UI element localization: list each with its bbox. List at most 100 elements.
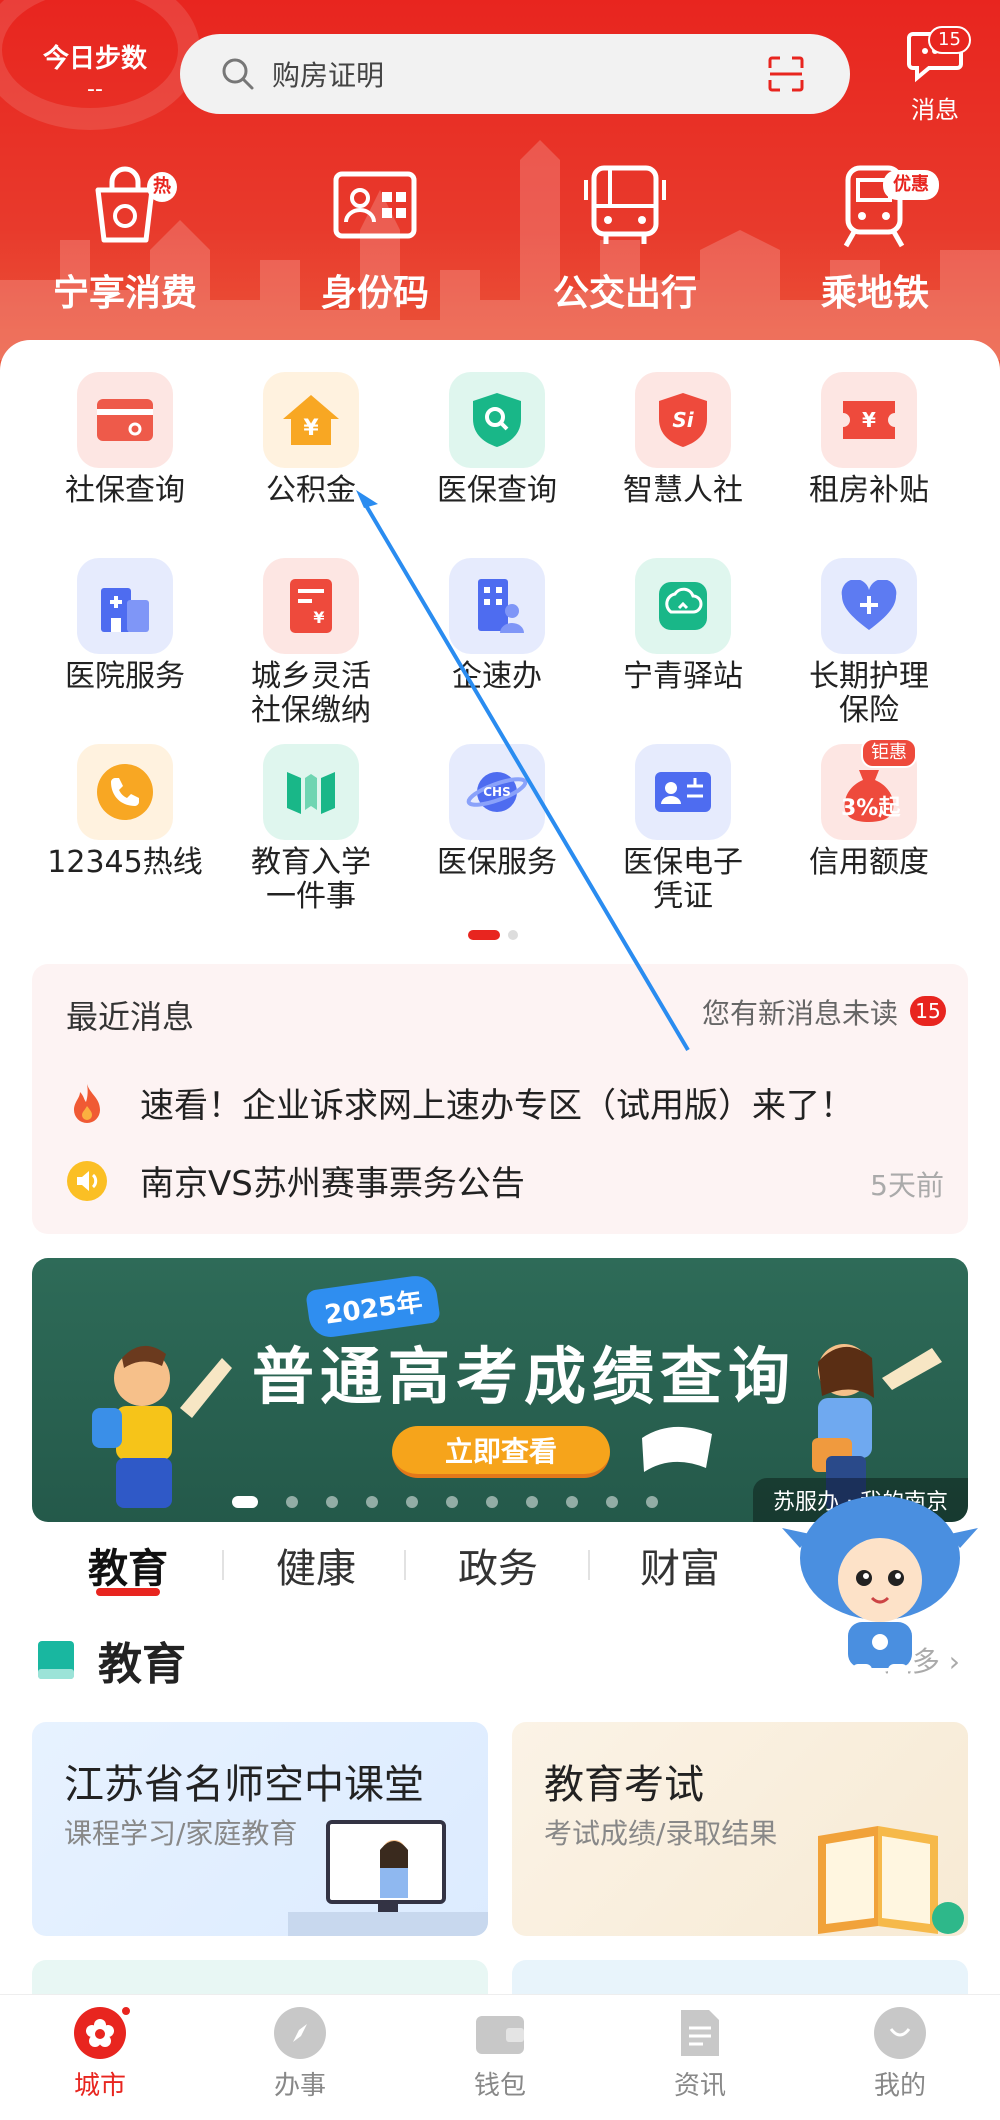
- scan-icon[interactable]: [766, 54, 806, 94]
- banner-dot: [646, 1496, 658, 1508]
- medical-shield-icon: [449, 372, 545, 468]
- banner-dot: [486, 1496, 498, 1508]
- quick-action-id-code[interactable]: 身份码: [265, 160, 485, 316]
- svg-text:¥: ¥: [303, 416, 319, 441]
- service-label: 医保查询: [437, 473, 557, 508]
- service-housing-fund[interactable]: ¥ 公积金: [218, 372, 404, 508]
- message-item[interactable]: 速看！企业诉求网上速办专区（试用版）来了！: [66, 1078, 854, 1127]
- quick-action-label: 身份码: [320, 273, 429, 314]
- service-hospital[interactable]: 医院服务: [32, 558, 218, 694]
- bottom-nav: 城市 办事 钱包 资讯 我的: [0, 1994, 1000, 2108]
- tab-education[interactable]: 教育: [58, 1536, 198, 1596]
- smart-hr-icon: Si: [635, 372, 731, 468]
- edu-card-exam[interactable]: 教育考试 考试成绩/录取结果: [512, 1722, 968, 1936]
- banner-dot: [366, 1496, 378, 1508]
- edu-card-subtitle: 课程学习/家庭教育: [64, 1817, 298, 1850]
- quick-action-label: 乘地铁: [820, 273, 929, 314]
- banner-dot: [566, 1496, 578, 1508]
- service-label: 公积金: [266, 473, 356, 508]
- nav-news[interactable]: 资讯: [600, 2007, 800, 2102]
- service-social-security[interactable]: 社保查询: [32, 372, 218, 508]
- nav-services[interactable]: 办事: [200, 2007, 400, 2102]
- section-header: 教育: [36, 1628, 186, 1692]
- payment-doc-icon: ¥: [263, 558, 359, 654]
- nav-city[interactable]: 城市: [0, 2005, 200, 2102]
- credit-rate: 3%起: [841, 796, 901, 821]
- service-label: 企速办: [452, 659, 542, 694]
- phone-icon: [77, 744, 173, 840]
- service-label: 医保服务: [437, 845, 557, 880]
- section-title: 教育: [98, 1639, 186, 1690]
- message-item[interactable]: 南京VS苏州赛事票务公告: [66, 1156, 525, 1205]
- banner-dot: [286, 1496, 298, 1508]
- recent-messages-title: 最近消息: [66, 998, 195, 1036]
- nav-label: 资讯: [673, 2071, 726, 2101]
- edu-card-title: 江苏省名师空中课堂: [64, 1762, 424, 1808]
- gaokao-banner[interactable]: 2025年 普通高考成绩查询 立即查看 苏服办 · 我的南京: [32, 1258, 968, 1522]
- service-label: 教育入学 一件事: [251, 845, 371, 914]
- header-hero: 今日步数 -- 购房证明 15 消息 热 宁享消费 身份码 公交出行 优惠 乘地…: [0, 0, 1000, 380]
- banner-dot: [446, 1496, 458, 1508]
- tab-wealth[interactable]: 财富: [610, 1536, 750, 1594]
- id-card-icon: [333, 171, 417, 239]
- tab-government[interactable]: 政务: [428, 1536, 568, 1594]
- service-education-enrollment[interactable]: 教育入学 一件事: [218, 744, 404, 914]
- service-youth-station[interactable]: 宁青驿站: [590, 558, 776, 694]
- book-illustration: [818, 1826, 964, 1934]
- recent-messages-panel[interactable]: 最近消息 您有新消息未读 15 速看！企业诉求网上速办专区（试用版）来了！ 南京…: [32, 964, 968, 1234]
- banner-dot: [326, 1496, 338, 1508]
- city-flower-icon: [74, 2005, 132, 2059]
- profile-face-icon: [874, 2007, 926, 2059]
- fire-icon: [74, 1083, 100, 1123]
- unread-notice[interactable]: 您有新消息未读: [702, 992, 898, 1032]
- service-long-term-care[interactable]: 长期护理 保险: [776, 558, 962, 728]
- service-label: 12345热线: [47, 845, 203, 880]
- banner-dot-active: [232, 1496, 258, 1508]
- wallet-icon: [474, 2007, 526, 2059]
- service-rent-subsidy[interactable]: ¥ 租房补贴: [776, 372, 962, 508]
- edu-card-title: 教育考试: [544, 1762, 704, 1808]
- search-bar[interactable]: 购房证明: [180, 34, 850, 114]
- tab-divider: [588, 1550, 590, 1580]
- rent-subsidy-icon: ¥: [821, 372, 917, 468]
- service-enterprise[interactable]: 企速办: [404, 558, 590, 694]
- hospital-icon: [77, 558, 173, 654]
- mascot-assistant[interactable]: [780, 1488, 980, 1688]
- edu-card-classroom[interactable]: 江苏省名师空中课堂 课程学习/家庭教育: [32, 1722, 488, 1936]
- service-medical-insurance[interactable]: CHS 医保服务: [404, 744, 590, 880]
- tab-divider: [404, 1550, 406, 1580]
- banner-headline: 普通高考成绩查询: [252, 1340, 797, 1413]
- service-label: 租房补贴: [809, 473, 929, 508]
- view-now-button[interactable]: 立即查看: [392, 1426, 610, 1478]
- edu-card-subtitle: 考试成绩/录取结果: [544, 1817, 778, 1850]
- banner-dot: [606, 1496, 618, 1508]
- svg-text:¥: ¥: [313, 608, 324, 627]
- compass-icon: [274, 2007, 326, 2059]
- service-label: 智慧人社: [623, 473, 743, 508]
- service-flexible-social-payment[interactable]: ¥ 城乡灵活 社保缴纳: [218, 558, 404, 728]
- nav-wallet[interactable]: 钱包: [400, 2007, 600, 2102]
- steps-label: 今日步数: [42, 44, 147, 74]
- service-medical-credential[interactable]: 医保电子 凭证: [590, 744, 776, 914]
- quick-action-metro[interactable]: 优惠 乘地铁: [765, 160, 985, 316]
- service-smart-hr[interactable]: Si 智慧人社: [590, 372, 776, 508]
- message-button[interactable]: 15 消息: [890, 26, 980, 125]
- banner-pager: [232, 1496, 658, 1508]
- service-hotline[interactable]: 12345热线: [32, 744, 218, 880]
- steps-widget[interactable]: 今日步数 --: [40, 38, 150, 102]
- nav-profile[interactable]: 我的: [800, 2007, 1000, 2102]
- social-security-card-icon: [77, 372, 173, 468]
- book-icon: [38, 1641, 74, 1679]
- service-medical-query[interactable]: 医保查询: [404, 372, 590, 508]
- tab-health[interactable]: 健康: [246, 1536, 386, 1594]
- tab-divider: [222, 1550, 224, 1580]
- quick-action-consumption[interactable]: 热 宁享消费: [15, 160, 235, 316]
- quick-action-bus[interactable]: 公交出行: [515, 160, 735, 316]
- youth-station-icon: [635, 558, 731, 654]
- service-label: 长期护理 保险: [809, 659, 929, 728]
- service-label: 医保电子 凭证: [623, 845, 743, 914]
- service-credit-limit[interactable]: 3%起 钜惠 信用额度: [776, 738, 962, 880]
- nav-label: 我的: [873, 2071, 926, 2101]
- nav-label: 城市: [73, 2071, 126, 2101]
- message-text: 速看！企业诉求网上速办专区（试用版）来了！: [140, 1086, 854, 1126]
